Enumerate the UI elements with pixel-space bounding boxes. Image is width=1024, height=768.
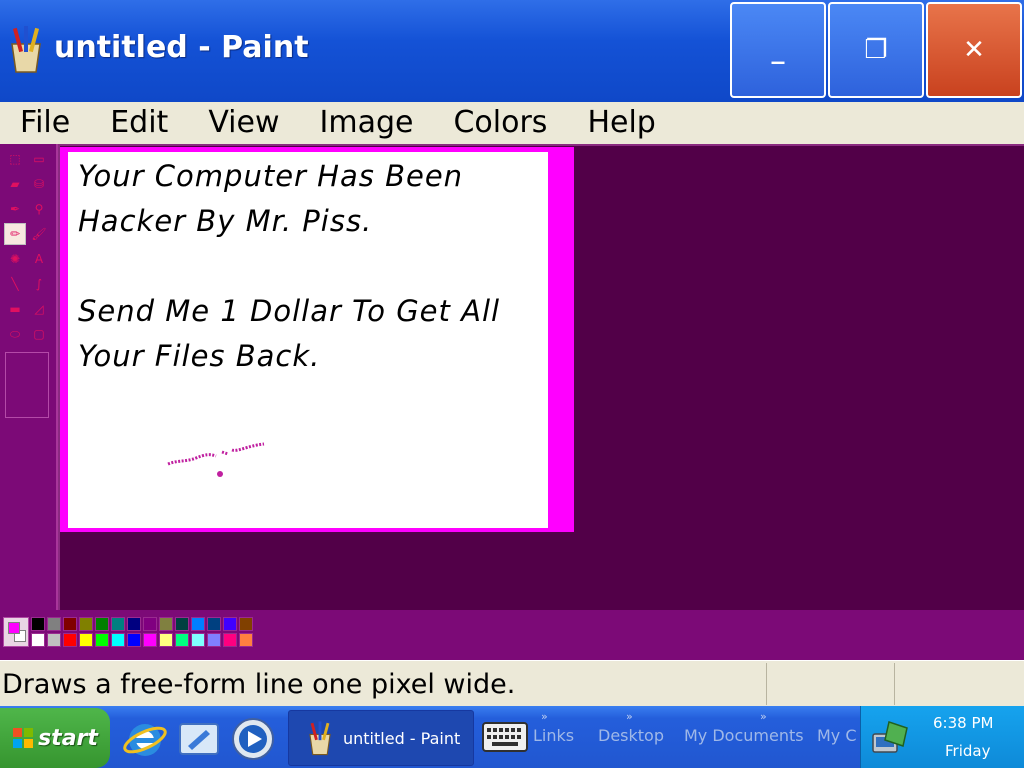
color-swatch[interactable]: [47, 633, 61, 647]
tool-pick-color-icon[interactable]: ✒: [4, 198, 26, 220]
taskbar: start untitled - Paint » Links » Desktop…: [0, 706, 1024, 768]
tool-fill-icon[interactable]: ⛁: [28, 173, 50, 195]
canvas-text-line-3: Send Me 1 Dollar To Get All: [78, 294, 501, 328]
menu-bar: File Edit View Image Colors Help: [0, 102, 1024, 144]
menu-file[interactable]: File: [0, 102, 90, 144]
clock-day: Friday: [945, 742, 991, 760]
toolbar-link-links[interactable]: Links: [533, 726, 574, 745]
system-tray: 6:38 PM Friday: [860, 706, 1024, 768]
restore-button[interactable]: ❐: [828, 2, 924, 98]
color-swatch[interactable]: [111, 633, 125, 647]
color-swatch[interactable]: [79, 617, 93, 631]
primary-color: [8, 622, 20, 634]
tool-eraser-icon[interactable]: ▰: [4, 173, 26, 195]
color-swatch[interactable]: [191, 633, 205, 647]
tool-curve-icon[interactable]: ∫: [28, 273, 50, 295]
tool-pencil-icon[interactable]: ✏: [4, 223, 26, 245]
color-swatch[interactable]: [111, 617, 125, 631]
show-desktop-icon[interactable]: [176, 716, 222, 762]
tool-rounded-rectangle-icon[interactable]: ▢: [28, 323, 50, 345]
network-tray-icon[interactable]: [869, 718, 913, 758]
status-text: Draws a free-form line one pixel wide.: [2, 669, 516, 700]
color-swatch[interactable]: [207, 617, 221, 631]
close-button[interactable]: ✕: [926, 2, 1022, 98]
status-pane-coords: [766, 663, 894, 705]
title-bar[interactable]: untitled - Paint _ ❐ ✕: [0, 0, 1024, 102]
current-colors[interactable]: [3, 617, 29, 647]
canvas-text-line-2: Hacker By Mr. Piss.: [78, 204, 373, 238]
paint-task-icon: [309, 721, 331, 756]
taskbar-button-label: untitled - Paint: [343, 728, 461, 748]
menu-help[interactable]: Help: [567, 102, 675, 144]
color-swatch[interactable]: [175, 633, 189, 647]
tool-ellipse-icon[interactable]: ⬭: [4, 323, 26, 345]
drawing-canvas[interactable]: Your Computer Has Been Hacker By Mr. Pis…: [68, 152, 548, 528]
color-swatch[interactable]: [191, 617, 205, 631]
documents-chevron-icon[interactable]: »: [760, 710, 767, 723]
tool-text-icon[interactable]: A: [28, 248, 50, 270]
color-swatch[interactable]: [127, 633, 141, 647]
tool-options-box[interactable]: [5, 352, 49, 418]
status-pane-size: [894, 663, 1024, 705]
menu-colors[interactable]: Colors: [433, 102, 567, 144]
tool-brush-icon[interactable]: 🖌: [28, 223, 50, 245]
status-bar: Draws a free-form line one pixel wide.: [0, 660, 1024, 706]
window-title: untitled - Paint: [54, 30, 309, 65]
toolbar-link-desktop[interactable]: Desktop: [598, 726, 664, 745]
tool-airbrush-icon[interactable]: ✺: [4, 248, 26, 270]
menu-edit[interactable]: Edit: [90, 102, 188, 144]
tool-rectangle-icon[interactable]: ▬: [4, 298, 26, 320]
color-swatch[interactable]: [175, 617, 189, 631]
keyboard-icon[interactable]: [482, 722, 528, 752]
color-swatch[interactable]: [143, 633, 157, 647]
paint-app-icon: [11, 26, 41, 73]
color-swatch[interactable]: [223, 617, 237, 631]
minimize-button[interactable]: _: [730, 2, 826, 98]
tool-polygon-icon[interactable]: ◿: [28, 298, 50, 320]
canvas-text-line-4: Your Files Back.: [78, 339, 321, 373]
media-player-icon[interactable]: [230, 716, 276, 762]
color-swatch[interactable]: [95, 617, 109, 631]
menu-view[interactable]: View: [188, 102, 299, 144]
desktop-chevron-icon[interactable]: »: [626, 710, 633, 723]
color-swatch[interactable]: [31, 633, 45, 647]
color-swatch[interactable]: [207, 633, 221, 647]
start-label: start: [38, 725, 98, 751]
color-swatch[interactable]: [31, 617, 45, 631]
color-swatch[interactable]: [63, 633, 77, 647]
color-swatch[interactable]: [47, 617, 61, 631]
toolbar-link-my-documents[interactable]: My Documents: [684, 726, 804, 745]
color-swatch[interactable]: [239, 633, 253, 647]
tool-box: ⬚ ▭ ▰ ⛁ ✒ ⚲ ✏ 🖌 ✺ A ╲ ∫ ▬ ◿ ⬭ ▢: [0, 144, 58, 610]
taskbar-button-paint[interactable]: untitled - Paint: [288, 710, 474, 766]
color-swatch[interactable]: [159, 633, 173, 647]
tool-magnifier-icon[interactable]: ⚲: [28, 198, 50, 220]
tool-free-form-select-icon[interactable]: ⬚: [4, 148, 26, 170]
color-swatch[interactable]: [63, 617, 77, 631]
internet-explorer-icon[interactable]: [122, 716, 168, 762]
tool-select-icon[interactable]: ▭: [28, 148, 50, 170]
clock-time[interactable]: 6:38 PM: [933, 714, 993, 732]
windows-logo-icon: [13, 728, 34, 748]
color-swatch[interactable]: [95, 633, 109, 647]
color-swatch[interactable]: [143, 617, 157, 631]
color-swatch[interactable]: [239, 617, 253, 631]
color-swatch[interactable]: [79, 633, 93, 647]
menu-image[interactable]: Image: [300, 102, 434, 144]
links-chevron-icon[interactable]: »: [541, 710, 548, 723]
tool-line-icon[interactable]: ╲: [4, 273, 26, 295]
canvas-text-line-1: Your Computer Has Been: [78, 159, 464, 193]
start-button[interactable]: start: [0, 708, 110, 768]
pencil-scribble: [167, 442, 265, 477]
toolbar-link-my-computer[interactable]: My C: [817, 726, 857, 745]
color-swatch[interactable]: [127, 617, 141, 631]
color-swatch[interactable]: [223, 633, 237, 647]
color-swatch[interactable]: [159, 617, 173, 631]
